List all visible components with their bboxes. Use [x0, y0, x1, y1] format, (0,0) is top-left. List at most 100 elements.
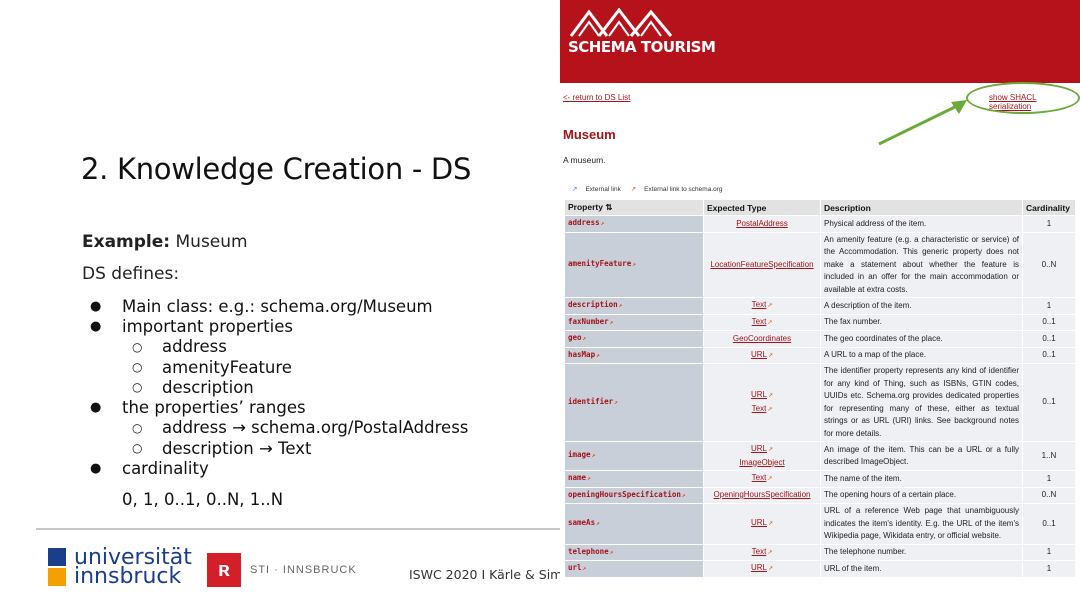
expected-type: Text↗ — [703, 470, 821, 488]
bullet-item: ● Main class: e.g.: schema.org/Museum — [90, 296, 468, 316]
external-link-icon: ↗ — [767, 447, 774, 453]
bullet-item: ○ description — [90, 377, 468, 397]
property-link[interactable]: amenityFeature — [568, 259, 631, 268]
highlight-ellipse — [966, 82, 1080, 114]
bullet-text: description — [162, 377, 254, 397]
table-row: telephone↗ Text↗ The telephone number. 1 — [564, 543, 1076, 561]
bullet-item: ● important properties — [90, 316, 468, 336]
property-name[interactable]: url↗ — [564, 560, 704, 578]
property-name[interactable]: description↗ — [564, 297, 704, 315]
property-name[interactable]: image↗ — [564, 441, 704, 471]
external-link-icon: ↗ — [767, 319, 773, 326]
property-link[interactable]: sameAs — [568, 518, 595, 527]
col-property[interactable]: Property ⇅ — [564, 199, 704, 216]
legend-schema: External link to schema.org — [644, 186, 723, 193]
table-row: hasMap↗ URL↗ A URL to a map of the place. 0… — [564, 346, 1076, 364]
dot-bullet-icon: ● — [90, 461, 102, 477]
property-name[interactable]: hasMap↗ — [564, 346, 704, 364]
property-name[interactable]: faxNumber↗ — [564, 313, 704, 331]
property-link[interactable]: faxNumber — [568, 317, 609, 326]
bullet-item: ○ address → schema.org/PostalAddress — [90, 418, 468, 438]
site-banner: SCHEMA TOURISM — [560, 0, 1080, 83]
property-description: The name of the item. — [820, 470, 1023, 488]
sti-text: STI · INNSBRUCK — [250, 564, 357, 576]
properties-table: Property ⇅ Expected Type Description Car… — [564, 199, 1076, 578]
external-link-icon: ↗ — [767, 521, 774, 527]
schema-link-icon: ↗ — [630, 186, 637, 193]
property-name[interactable]: geo↗ — [564, 330, 704, 348]
property-description: The telephone number. — [820, 543, 1023, 561]
external-link-icon: ↗ — [596, 351, 600, 359]
external-link-icon: ↗ — [767, 393, 774, 399]
class-description: A museum. — [563, 155, 606, 165]
external-link-icon: ↗ — [572, 186, 578, 193]
property-name[interactable]: openingHoursSpecification↗ — [564, 486, 704, 504]
bullet-list: ● Main class: e.g.: schema.org/Museum ● imp… — [90, 296, 468, 479]
type-link[interactable]: URL — [751, 444, 767, 453]
property-link[interactable]: url — [568, 563, 582, 572]
property-cardinality: 1 — [1022, 560, 1076, 578]
type-link[interactable]: URL — [751, 518, 767, 527]
type-link[interactable]: OpeningHoursSpecification — [714, 490, 811, 499]
table-row: identifier↗ URL↗ Text↗ The identifier prope… — [564, 363, 1076, 442]
property-name[interactable]: telephone↗ — [564, 543, 704, 561]
external-link-icon: ↗ — [582, 335, 587, 342]
property-link[interactable]: telephone — [568, 547, 609, 556]
table-row: description↗ Text↗ A description of the it… — [564, 297, 1076, 315]
type-link[interactable]: URL — [751, 350, 767, 359]
bullet-text: amenityFeature — [162, 357, 292, 377]
highlight-arrow-icon — [878, 100, 967, 146]
expected-type: Text↗ — [703, 543, 821, 561]
type-link[interactable]: PostalAddress — [736, 219, 788, 228]
type-link[interactable]: Text — [752, 300, 767, 309]
external-link-icon: ↗ — [587, 475, 591, 482]
expected-type: LocationFeatureSpecification — [703, 231, 821, 298]
type-link[interactable]: Text — [752, 547, 767, 556]
property-link[interactable]: description — [568, 300, 618, 309]
property-cardinality: 0..1 — [1022, 313, 1076, 331]
property-link[interactable]: geo — [568, 333, 582, 342]
external-link-icon: ↗ — [614, 398, 618, 406]
bullet-text: description → Text — [162, 438, 312, 458]
site-brand: SCHEMA TOURISM — [568, 38, 716, 56]
bullet-item: ○ description → Text — [90, 438, 468, 458]
property-link[interactable]: address — [568, 218, 600, 227]
property-name[interactable]: address↗ — [564, 215, 704, 233]
property-description: Physical address of the item. — [820, 215, 1023, 233]
property-description: URL of the item. — [820, 560, 1023, 578]
type-link[interactable]: Text — [752, 317, 767, 326]
type-link[interactable]: Text — [752, 404, 767, 413]
dot-bullet-icon: ● — [90, 298, 102, 314]
cardinality-values: 0, 1, 0..1, 0..N, 1..N — [122, 490, 284, 509]
type-link[interactable]: ImageObject — [739, 458, 784, 467]
legend: ↗ External link ↗ External link to schema.… — [572, 185, 731, 193]
type-link[interactable]: Text — [752, 473, 767, 482]
return-link[interactable]: <- return to DS List — [563, 93, 630, 102]
property-description: An amenity feature (e.g. a characteristi… — [820, 231, 1023, 298]
property-description: A URL to a map of the place. — [820, 346, 1023, 364]
property-link[interactable]: hasMap — [568, 350, 595, 359]
property-link[interactable]: image — [568, 450, 591, 459]
external-link-icon: ↗ — [582, 565, 587, 572]
type-link[interactable]: LocationFeatureSpecification — [710, 260, 813, 269]
property-description: The fax number. — [820, 313, 1023, 331]
table-row: openingHoursSpecification↗ OpeningHoursSp… — [564, 486, 1076, 504]
property-name[interactable]: name↗ — [564, 470, 704, 488]
property-cardinality: 1..N — [1022, 441, 1076, 471]
property-link[interactable]: openingHoursSpecification — [568, 490, 681, 499]
property-name[interactable]: sameAs↗ — [564, 503, 704, 545]
bullet-text: important properties — [122, 316, 293, 336]
property-name[interactable]: amenityFeature↗ — [564, 231, 704, 298]
property-link[interactable]: identifier — [568, 397, 613, 406]
ds-defines-heading: DS defines: — [82, 264, 180, 284]
class-title: Museum — [563, 127, 616, 142]
property-description: The geo coordinates of the place. — [820, 330, 1023, 348]
type-link[interactable]: GeoCoordinates — [733, 334, 791, 343]
mountain-logo-icon — [569, 8, 673, 37]
property-link[interactable]: name — [568, 473, 586, 482]
type-link[interactable]: URL — [751, 563, 767, 572]
property-name[interactable]: identifier↗ — [564, 363, 704, 442]
bullet-text: cardinality — [122, 459, 209, 479]
property-cardinality: 1 — [1022, 215, 1076, 233]
type-link[interactable]: URL — [751, 390, 767, 399]
